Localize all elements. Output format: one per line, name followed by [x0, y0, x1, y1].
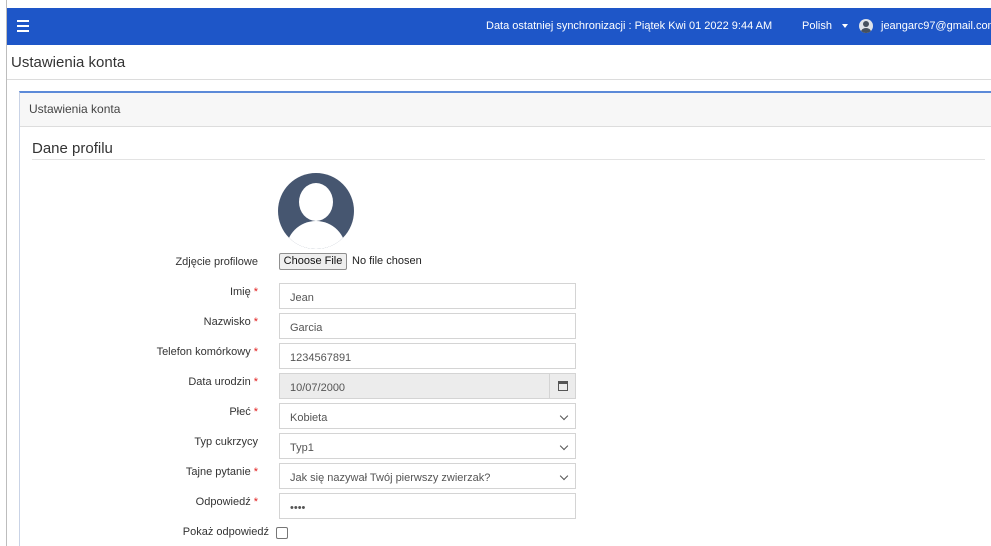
diabetes-type-select[interactable]: Typ1	[279, 433, 576, 459]
required-marker: *	[253, 346, 258, 358]
first-name-input[interactable]: Jean	[279, 283, 576, 309]
birth-date-label: Data urodzin *	[188, 376, 258, 388]
calendar-icon	[558, 381, 568, 391]
page-header: Ustawienia konta	[7, 45, 991, 80]
required-marker: *	[253, 376, 258, 388]
gender-select[interactable]: Kobieta	[279, 403, 576, 429]
panel-heading-title: Ustawienia konta	[29, 102, 121, 116]
chevron-down-icon	[559, 471, 569, 481]
last-name-value: Garcia	[290, 322, 323, 334]
required-marker: *	[253, 316, 258, 328]
panel-heading: Ustawienia konta	[20, 93, 991, 127]
first-name-value: Jean	[290, 292, 314, 304]
choose-file-button[interactable]: Choose File	[279, 253, 347, 270]
photo-label: Zdjęcie profilowe	[175, 256, 258, 268]
window-border	[6, 0, 7, 546]
gender-value: Kobieta	[290, 412, 328, 424]
chevron-down-icon	[559, 411, 569, 421]
answer-input[interactable]: ••••	[279, 493, 576, 519]
secret-question-value: Jak się nazywał Twój pierwszy zwierzak?	[290, 472, 491, 484]
top-navbar: Data ostatniej synchronizacji : Piątek K…	[7, 8, 991, 45]
secret-question-select[interactable]: Jak się nazywał Twój pierwszy zwierzak?	[279, 463, 576, 489]
language-label: Polish	[802, 20, 832, 32]
show-answer-checkbox[interactable]	[276, 527, 288, 539]
diabetes-type-value: Typ1	[290, 442, 314, 454]
caret-down-icon	[841, 24, 848, 29]
section-title: Dane profilu	[32, 140, 113, 157]
last-name-input[interactable]: Garcia	[279, 313, 576, 339]
required-marker: *	[253, 466, 258, 478]
user-email-link[interactable]: jeangarc97@gmail.com	[881, 20, 991, 32]
secret-question-label: Tajne pytanie *	[185, 466, 258, 478]
show-answer-label: Pokaż odpowiedź	[182, 526, 269, 538]
birth-date-value: 10/07/2000	[290, 382, 346, 394]
page-title: Ustawienia konta	[11, 54, 126, 71]
last-name-label: Nazwisko *	[203, 316, 258, 328]
last-sync-text: Data ostatniej synchronizacji : Piątek K…	[486, 20, 773, 32]
first-name-label: Imię *	[229, 286, 258, 298]
language-dropdown[interactable]: Polish	[802, 20, 848, 32]
file-status-text: No file chosen	[352, 255, 422, 267]
answer-label: Odpowiedź *	[195, 496, 258, 508]
phone-label: Telefon komórkowy *	[156, 346, 258, 358]
required-marker: *	[253, 406, 258, 418]
calendar-button[interactable]	[549, 374, 575, 398]
user-avatar-icon[interactable]	[859, 19, 873, 33]
profile-placeholder-icon	[278, 173, 354, 249]
chevron-down-icon	[559, 441, 569, 451]
birth-date-input[interactable]: 10/07/2000	[279, 373, 576, 399]
hamburger-menu-icon[interactable]	[13, 15, 33, 37]
required-marker: *	[253, 496, 258, 508]
diabetes-type-label: Typ cukrzycy	[194, 436, 258, 448]
phone-value: 1234567891	[290, 352, 352, 364]
required-marker: *	[253, 286, 258, 298]
section-divider	[32, 159, 985, 160]
answer-value: ••••	[290, 502, 306, 514]
gender-label: Płeć *	[229, 406, 258, 418]
phone-input[interactable]: 1234567891	[279, 343, 576, 369]
